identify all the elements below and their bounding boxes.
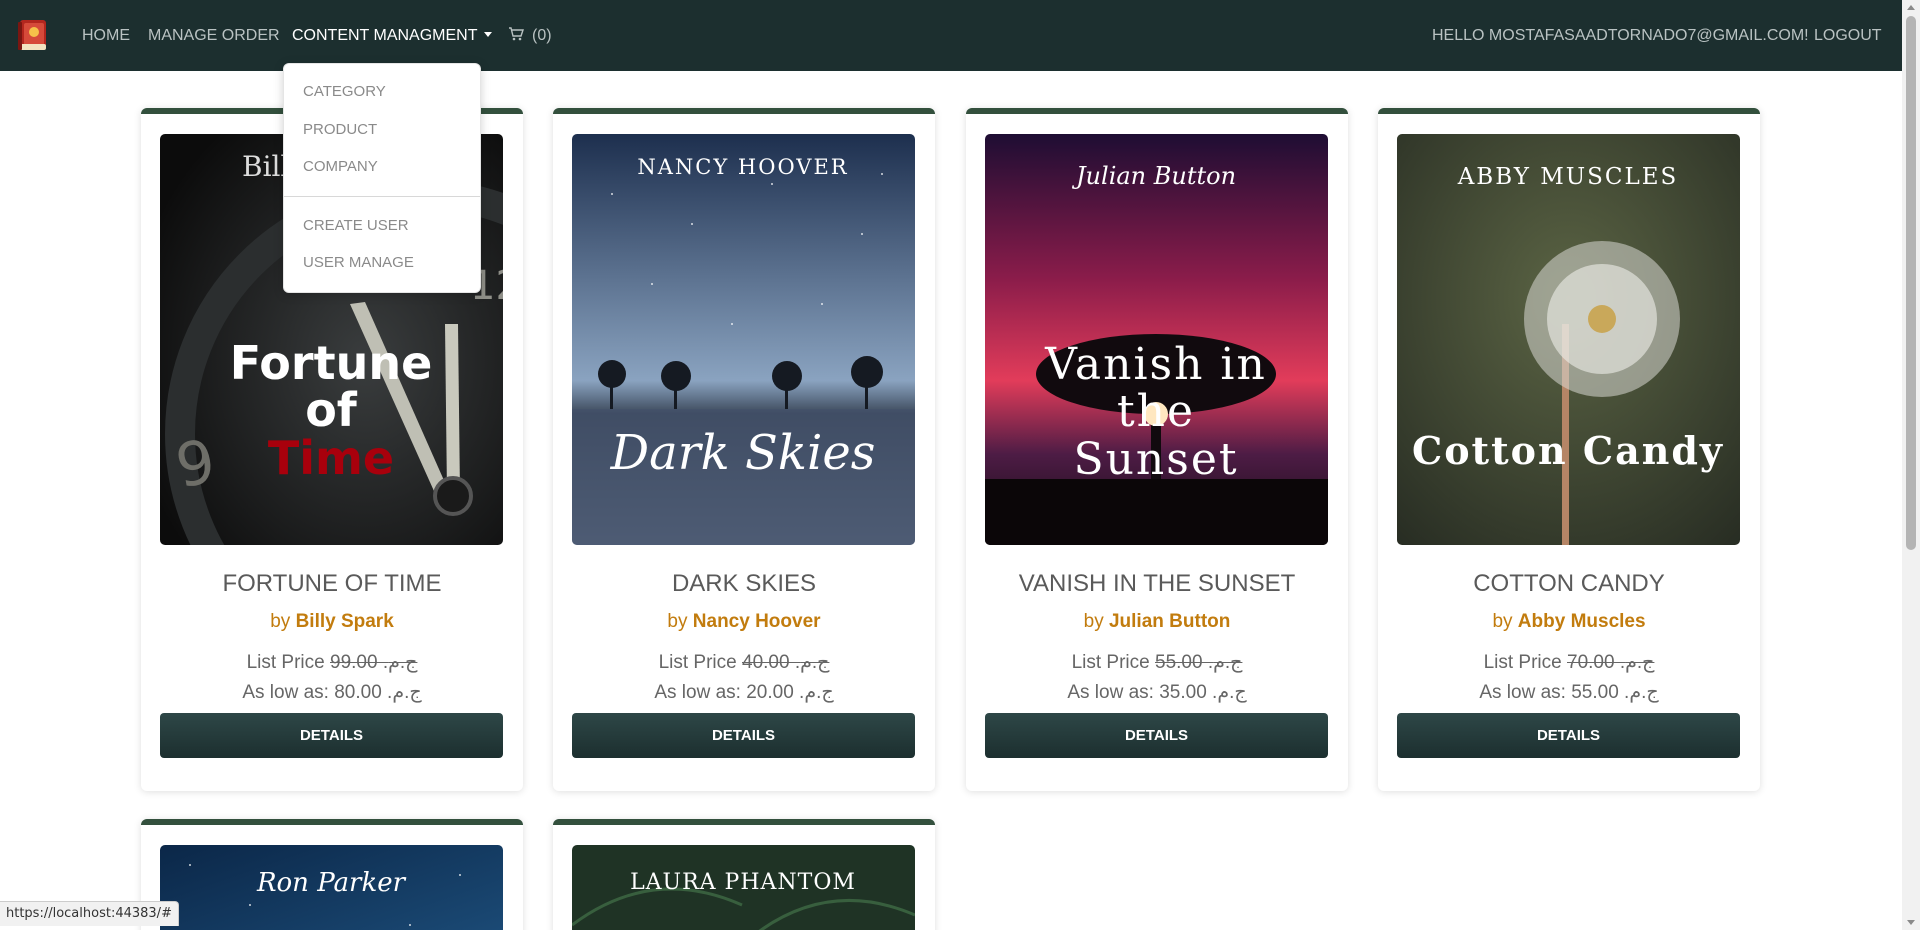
details-button[interactable]: DETAILS xyxy=(1397,713,1740,758)
nav-cart-link[interactable]: (0) xyxy=(508,26,552,46)
caret-down-icon xyxy=(484,32,493,37)
book-cover-image: LAURA PHANTOM xyxy=(572,845,915,930)
navbar: HOME MANAGE ORDER CONTENT MANAGMENT (0) … xyxy=(0,0,1902,71)
low-price-label: As low as: xyxy=(1067,682,1154,703)
dropdown-item-company[interactable]: COMPANY xyxy=(303,158,378,176)
dropdown-item-create-user[interactable]: CREATE USER xyxy=(303,217,409,235)
cover-author-text: Ron Parker xyxy=(256,868,407,898)
list-price-label: List Price xyxy=(246,652,325,673)
by-label: by xyxy=(667,611,688,632)
by-label: by xyxy=(1492,611,1513,632)
cover-author-text: ABBY MUSCLES xyxy=(1457,164,1679,190)
scroll-down-arrow-icon[interactable] xyxy=(1907,920,1915,925)
cover-author-text: Julian Button xyxy=(1071,162,1236,190)
dropdown-item-user-manage[interactable]: USER MANAGE xyxy=(303,254,414,272)
low-price: As low as: 55.00 .ج.م xyxy=(1378,681,1760,704)
list-price-label: List Price xyxy=(1483,652,1562,673)
cover-title-text: Sunset xyxy=(1073,434,1238,485)
book-author: by Billy Spark xyxy=(141,611,523,633)
scrollbar-thumb[interactable] xyxy=(1906,16,1916,550)
book-title: COTTON CANDY xyxy=(1473,570,1665,597)
cover-title-text: the xyxy=(1117,386,1195,437)
vertical-scrollbar[interactable] xyxy=(1902,0,1920,930)
list-price: List Price 55.00 .ج.م xyxy=(966,651,1348,674)
book-cover-image: ABBY MUSCLES Cotton Candy xyxy=(1397,134,1740,545)
book-title: DARK SKIES xyxy=(671,570,817,597)
low-price: As low as: 20.00 .ج.م xyxy=(553,681,935,704)
low-price-value: 80.00 .ج.م xyxy=(334,682,422,703)
low-price-value: 55.00 .ج.م xyxy=(1571,682,1659,703)
book-logo-icon[interactable] xyxy=(15,16,53,54)
author-name: Julian Button xyxy=(1108,611,1231,632)
cover-title-text: Dark Skies xyxy=(610,425,876,481)
details-button[interactable]: DETAILS xyxy=(572,713,915,758)
scroll-up-arrow-icon[interactable] xyxy=(1907,5,1915,10)
book-author: by Abby Muscles xyxy=(1378,611,1760,633)
cover-title-text: Fortune xyxy=(230,336,433,390)
product-card: ABBY MUSCLES Cotton Candy COTTON CANDY b… xyxy=(1378,108,1760,791)
dropdown-item-category[interactable]: CATEGORY xyxy=(303,83,386,101)
details-button[interactable]: DETAILS xyxy=(160,713,503,758)
cover-title-text: Cotton Candy xyxy=(1412,428,1724,473)
cover-title-text: Vanish in xyxy=(1044,339,1267,390)
low-price: As low as: 80.00 .ج.م xyxy=(141,681,523,704)
low-price-label: As low as: xyxy=(654,682,741,703)
dropdown-divider xyxy=(284,196,480,197)
author-name: Nancy Hoover xyxy=(692,611,821,632)
low-price-value: 20.00 .ج.م xyxy=(746,682,834,703)
list-price-value: 70.00 .ج.م xyxy=(1567,652,1655,673)
list-price: List Price 99.00 .ج.م xyxy=(141,651,523,674)
book-cover-image: Ron Parker xyxy=(160,845,503,930)
cover-title-text: of xyxy=(305,383,358,437)
product-card: LAURA PHANTOM xyxy=(553,819,935,930)
cover-author-text: LAURA PHANTOM xyxy=(630,870,856,895)
user-greeting: HELLO MOSTAFASAADTORNADO7@GMAIL.COM! xyxy=(1432,27,1809,44)
product-card: Ron Parker xyxy=(141,819,523,930)
product-card: NANCY HOOVER Dark Skies DARK SKIES by Na… xyxy=(553,108,935,791)
content-management-dropdown: CATEGORY PRODUCT COMPANY CREATE USER USE… xyxy=(283,63,481,293)
list-price-value: 99.00 .ج.م xyxy=(330,652,418,673)
author-name: Abby Muscles xyxy=(1517,611,1646,632)
list-price-value: 55.00 .ج.م xyxy=(1155,652,1243,673)
nav-content-management-toggle[interactable]: CONTENT MANAGMENT xyxy=(292,26,493,46)
dropdown-item-product[interactable]: PRODUCT xyxy=(303,121,377,139)
nav-content-management-label: CONTENT MANAGMENT xyxy=(292,27,478,44)
list-price-value: 40.00 .ج.م xyxy=(742,652,830,673)
low-price-value: 35.00 .ج.م xyxy=(1159,682,1247,703)
book-cover-image: NANCY HOOVER Dark Skies xyxy=(572,134,915,545)
product-card: Julian Button Vanish in the Sunset VANIS… xyxy=(966,108,1348,791)
book-author: by Nancy Hoover xyxy=(553,611,935,633)
low-price-label: As low as: xyxy=(1479,682,1566,703)
cart-icon xyxy=(509,27,524,41)
status-bar-url: https://localhost:44383/# xyxy=(0,901,179,926)
list-price: List Price 70.00 .ج.م xyxy=(1378,651,1760,674)
nav-manage-order-link[interactable]: MANAGE ORDER xyxy=(148,26,280,46)
book-title: VANISH IN THE SUNSET xyxy=(1018,570,1296,597)
cover-author-text: NANCY HOOVER xyxy=(637,155,848,179)
list-price-label: List Price xyxy=(1071,652,1150,673)
low-price: As low as: 35.00 .ج.م xyxy=(966,681,1348,704)
list-price-label: List Price xyxy=(658,652,737,673)
list-price: List Price 40.00 .ج.م xyxy=(553,651,935,674)
low-price-label: As low as: xyxy=(242,682,329,703)
nav-home-link[interactable]: HOME xyxy=(82,26,130,46)
book-author: by Julian Button xyxy=(966,611,1348,633)
cover-title-text: Time xyxy=(268,431,394,485)
book-title: FORTUNE OF TIME xyxy=(222,570,442,597)
by-label: by xyxy=(270,611,291,632)
logout-link[interactable]: LOGOUT xyxy=(1814,26,1882,46)
book-cover-image: Julian Button Vanish in the Sunset xyxy=(985,134,1328,545)
author-name: Billy Spark xyxy=(295,611,394,632)
by-label: by xyxy=(1083,611,1104,632)
details-button[interactable]: DETAILS xyxy=(985,713,1328,758)
cart-count: (0) xyxy=(532,27,552,44)
